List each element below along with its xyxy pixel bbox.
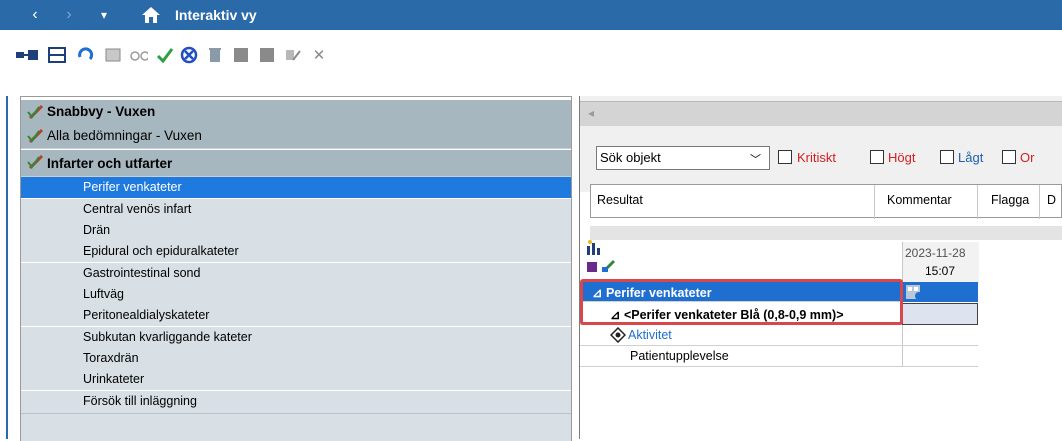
category-label: Alla bedömningar - Vuxen [47,128,202,143]
list-item-label: Epidural och epiduralkateter [83,244,239,258]
gray-square-icon[interactable] [232,46,250,64]
home-icon[interactable] [140,0,162,30]
list-item[interactable]: Epidural och epiduralkateter [21,241,571,262]
checkbox-hogt[interactable] [870,150,884,164]
list-item[interactable]: Gastrointestinal sond [21,263,571,284]
list-item-label: Subkutan kvarliggande kateter [83,330,252,344]
list-item[interactable]: Subkutan kvarliggande kateter [21,327,571,348]
pencil-check-icon [27,154,44,170]
category-label: Snabbvy - Vuxen [47,104,156,119]
checkmark-icon[interactable] [156,46,174,64]
horizontal-scrollbar[interactable]: ◂ [580,101,1062,126]
column-time: 15:07 [925,264,956,278]
column-date: 2023-11-28 [905,246,966,260]
forward-icon[interactable]: › [60,0,78,30]
activity-row[interactable]: Aktivitet [580,325,978,346]
column-resultat[interactable]: Resultat [597,193,643,207]
toolbar: ✕ [0,31,1062,83]
search-object-select[interactable]: Sök objekt ﹀ [596,146,770,170]
results-header: Resultat Kommentar Flagga D [590,184,1062,219]
category-snabbvy[interactable]: Snabbvy - Vuxen [21,100,571,125]
dropdown-chevron-icon[interactable]: ▾ [96,0,112,30]
close-icon[interactable]: ✕ [310,46,328,64]
bar-chart-icon[interactable] [586,240,602,259]
list-item[interactable]: Luftväg [21,284,571,305]
flag-label-hogt: Högt [888,150,916,165]
category-infarter[interactable]: Infarter och utfarter [21,150,571,177]
category-label: Infarter och utfarter [47,156,173,171]
flowsheet-icon[interactable] [905,284,925,300]
time-column-header[interactable]: 2023-11-28 15:07 [902,242,979,284]
column-kommentar[interactable]: Kommentar [887,193,952,207]
flag-label-other: Or [1020,150,1035,165]
flowsheet-grid: 2023-11-28 15:07 ⊿ Perifer venkateter ⊿ … [580,240,1062,439]
row-cell[interactable] [902,346,978,366]
row-label: Aktivitet [628,328,672,342]
column-d[interactable]: D [1047,193,1056,207]
row-cell[interactable] [902,303,978,325]
pencil-check-icon [27,104,44,120]
edit-icon[interactable] [284,46,302,64]
trash-icon[interactable] [206,46,224,64]
back-icon[interactable]: ‹ [26,0,44,30]
list-item[interactable]: Toraxdrän [21,348,571,369]
list-item-label: Försök till inläggning [83,394,197,408]
patientupplevelse-row[interactable]: Patientupplevelse [580,346,978,367]
results-panel: ◂ Sök objekt ﹀ Kritiskt Högt Lågt Or Res… [580,96,1062,439]
list-item-label: Toraxdrän [83,351,139,365]
list-item-label: Perifer venkateter [83,180,182,194]
highlight-box [580,279,903,325]
checkbox-lagt[interactable] [940,150,954,164]
column-separator [874,185,875,219]
list-item[interactable]: Central venös infart [21,199,571,220]
category-alla-bedomningar[interactable]: Alla bedömningar - Vuxen [21,124,571,149]
sheet-icon[interactable] [104,46,122,64]
list-item-label: Luftväg [83,287,125,301]
view-toggle-icon[interactable] [16,46,38,64]
row-label: Patientupplevelse [630,349,729,363]
view-list-panel: Snabbvy - Vuxen Alla bedömningar - Vuxen… [20,96,572,441]
list-item[interactable]: Peritonealdialyskateter [21,305,571,326]
splitter-bar [6,96,8,439]
list-item[interactable]: Försök till inläggning [21,391,571,413]
filter-bar: Sök objekt ﹀ Kritiskt Högt Lågt Or [580,128,1062,192]
list-item[interactable]: Drän [21,220,571,241]
list-filler [21,413,571,441]
table-icon[interactable] [48,46,66,64]
gray-square2-icon[interactable] [258,46,276,64]
list-item[interactable]: Urinkateter [21,369,571,390]
list-item-label: Gastrointestinal sond [83,266,201,280]
scroll-left-icon[interactable]: ◂ [588,106,594,120]
flag-label-kritiskt: Kritiskt [797,150,836,165]
chart-edit-icon[interactable] [586,258,616,277]
window-title: Interaktiv vy [175,7,257,23]
column-separator [1039,185,1040,219]
checkbox-other[interactable] [1002,150,1016,164]
cancel-circle-icon[interactable] [180,46,198,64]
list-item-label: Drän [83,223,111,237]
column-separator [977,185,978,219]
checkbox-kritiskt[interactable] [778,150,792,164]
list-item-label: Central venös infart [83,202,192,216]
title-bar: ‹ › ▾ Interaktiv vy [0,0,1062,30]
glasses-icon[interactable] [130,46,148,64]
select-value: Sök objekt [600,150,661,165]
chevron-down-icon: ﹀ [750,154,761,166]
undo-icon[interactable] [76,46,94,64]
right-top-bar: ◂ [580,96,1062,128]
list-item-label: Peritonealdialyskateter [83,308,210,322]
pane-divider [579,96,580,439]
pencil-check-icon [27,128,44,144]
results-scrollbar[interactable] [590,226,1062,240]
diamond-icon [610,327,626,343]
row-cell[interactable] [902,282,978,302]
list-item-perifer-venkateter[interactable]: Perifer venkateter [21,177,571,198]
row-cell[interactable] [902,325,978,345]
column-flagga[interactable]: Flagga [991,193,1029,207]
list-item-label: Urinkateter [83,372,145,386]
flag-label-lagt: Lågt [958,150,984,165]
